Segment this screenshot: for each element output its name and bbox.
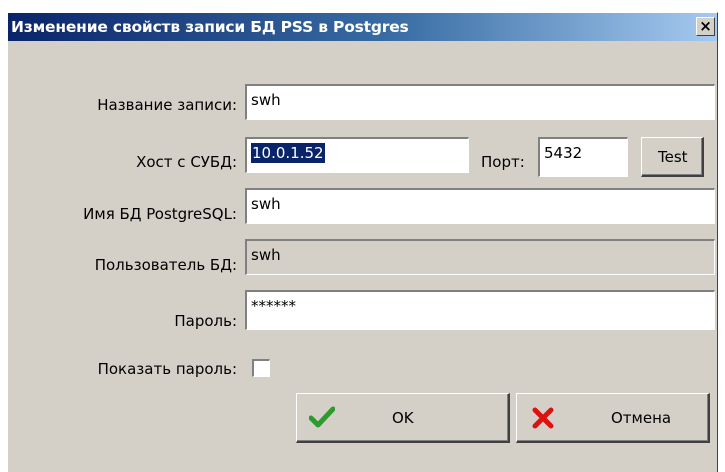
window-title: Изменение свойств записи БД PSS в Postgr… — [11, 18, 409, 36]
show-password-label: Показать пароль: — [97, 360, 237, 378]
db-name-input[interactable]: swh — [245, 188, 715, 224]
host-value-selected: 10.0.1.52 — [251, 143, 325, 163]
port-value: 5432 — [544, 144, 583, 162]
port-input[interactable]: 5432 — [538, 137, 628, 177]
title-bar[interactable]: Изменение свойств записи БД PSS в Postgr… — [8, 13, 717, 41]
db-user-label: Пользователь БД: — [94, 256, 237, 274]
db-name-value: swh — [251, 195, 281, 213]
record-name-value: swh — [251, 91, 281, 109]
test-button-label: Test — [658, 148, 688, 166]
host-input[interactable]: 10.0.1.52 — [245, 137, 469, 173]
password-label: Пароль: — [174, 312, 237, 330]
cross-icon — [532, 407, 554, 429]
ok-button[interactable]: OK — [296, 393, 510, 443]
record-name-input[interactable]: swh — [245, 84, 715, 120]
port-label: Порт: — [481, 153, 525, 171]
test-button[interactable]: Test — [641, 137, 704, 177]
close-button[interactable]: × — [696, 17, 715, 36]
db-name-label: Имя БД PostgreSQL: — [83, 205, 237, 223]
properties-dialog: Изменение свойств записи БД PSS в Postgr… — [7, 12, 718, 472]
show-password-checkbox[interactable] — [252, 359, 270, 377]
checkmark-icon — [309, 406, 335, 428]
db-user-input: swh — [245, 239, 715, 275]
record-name-label: Название записи: — [97, 96, 237, 114]
password-value: ****** — [251, 297, 296, 315]
password-input[interactable]: ****** — [245, 290, 715, 330]
cancel-button[interactable]: Отмена — [516, 393, 710, 443]
host-label: Хост с СУБД: — [136, 153, 237, 171]
db-user-value: swh — [251, 246, 281, 264]
cancel-button-label: Отмена — [611, 409, 672, 427]
ok-button-label: OK — [392, 409, 414, 427]
close-icon: × — [699, 17, 712, 35]
